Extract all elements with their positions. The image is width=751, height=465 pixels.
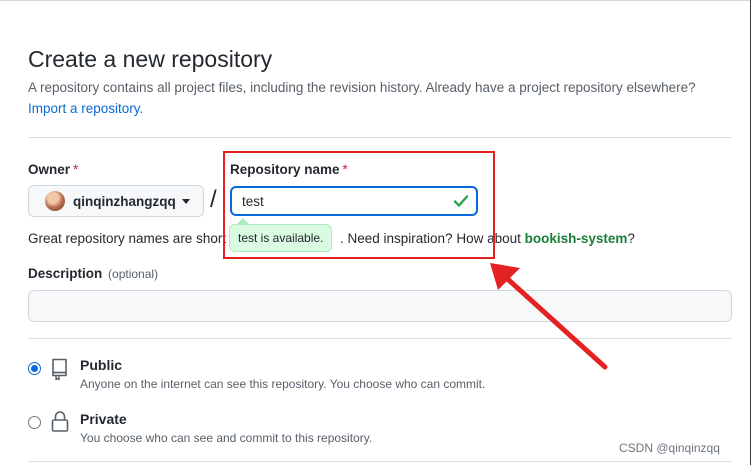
import-repository-link[interactable]: Import a repository.	[28, 101, 143, 116]
page-subtitle: A repository contains all project files,…	[28, 80, 696, 95]
repo-icon	[52, 358, 67, 381]
lock-icon	[51, 411, 69, 432]
public-option-title: Public	[80, 357, 123, 373]
owner-repo-separator: /	[210, 186, 217, 213]
public-option-description: Anyone on the internet can see this repo…	[80, 377, 486, 391]
divider	[28, 338, 732, 339]
description-optional: (optional)	[108, 267, 159, 281]
owner-label-text: Owner	[28, 162, 71, 177]
description-input[interactable]	[28, 290, 732, 322]
watermark: CSDN @qinqinzqq	[619, 441, 720, 455]
page-title: Create a new repository	[28, 46, 273, 72]
avatar	[45, 191, 65, 211]
hint-end: ?	[627, 231, 635, 246]
annotation-highlight-box	[223, 151, 495, 259]
divider	[28, 137, 732, 138]
suggestion-link[interactable]: bookish-system	[525, 231, 628, 246]
private-option-description: You choose who can see and commit to thi…	[80, 431, 373, 445]
divider	[28, 461, 732, 462]
description-label: Description (optional)	[28, 266, 158, 281]
private-radio[interactable]	[28, 416, 41, 429]
public-radio[interactable]	[28, 362, 41, 375]
owner-label: Owner *	[28, 162, 78, 177]
repo-name-hint: Great repository names are short	[28, 231, 227, 246]
top-border	[0, 0, 751, 1]
owner-select-button[interactable]: qinqinzhangzqq	[28, 185, 204, 217]
owner-name: qinqinzhangzqq	[73, 193, 176, 209]
description-label-text: Description	[28, 266, 103, 281]
annotation-arrow-icon	[490, 263, 608, 370]
caret-down-icon	[181, 198, 190, 204]
owner-required-mark: *	[73, 162, 79, 177]
private-option-title: Private	[80, 411, 127, 427]
